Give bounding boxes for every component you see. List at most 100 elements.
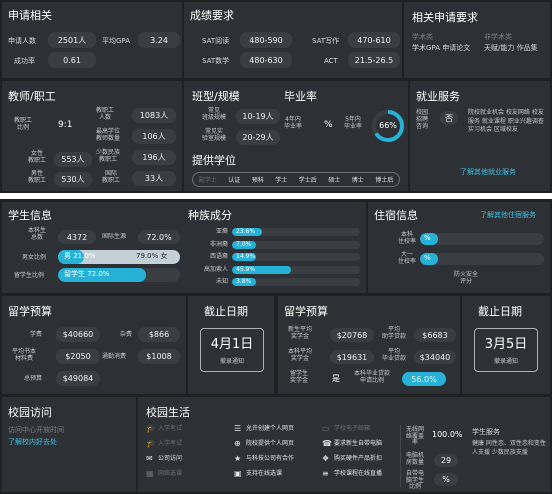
career-title: 就业服务 [416,90,460,103]
monitor-icon: ▣ [234,469,242,478]
requirements-title: 相关申请要求 [412,11,478,24]
recruit-label: 校园 招聘 咨询 [416,109,429,131]
life-feature-label: 学校电子邮箱 [334,425,371,432]
fac-count-value: 1083人 [132,108,176,123]
own-computer-value: % [434,473,458,486]
degree-item: 副学士 [198,177,217,184]
race-label: 非洲裔 [209,240,228,248]
deadline1-date: 4月1日 [210,337,254,352]
female-value: 553人 [54,152,92,167]
grad4-label: 4年内 毕业率 [284,116,303,130]
fac-count-label: 教职工 人数 [96,107,115,121]
lab-size-label: 常见实 验室规模 [202,128,227,142]
deadline2-panel: 截止日期 3月5日 撤录通知 [462,296,550,394]
minority-value: 196人 [132,150,176,165]
avg-aid-value: $6683 [414,328,456,342]
life-feature-label: 入学考试 [158,440,183,447]
visit-link[interactable]: 了解校内好去处 [8,439,57,446]
graduation-title: 毕业率 [284,90,317,103]
intl-source-label: 国际生源 [102,233,127,240]
intl-scholar-value: 是 [332,374,340,383]
race-label: 高加索人 [203,265,228,273]
books-label: 平均书本 材料费 [12,348,37,362]
gender-female: 79.0% 女 [136,252,168,260]
apply-title: 申请相关 [8,9,52,22]
apply-panel: 申请相关 申请人数 2501人 平均GPA 3.24 成功率 0.61 [2,2,182,78]
budget-total-value: $49084 [56,371,100,386]
race-bar: 7.0% [232,240,360,249]
students-panel: 学生信息 本科生 总数 4372 国际生源 72.0% 男女比例 男 21.0%… [2,202,366,293]
recruit-value: 否 [440,111,458,125]
classes-title: 班型/规模 [192,90,240,103]
class-size-label: 常见 班级规模 [202,107,227,121]
visit-status: 访问中心开放时间 [8,426,64,434]
budget-total-label: 总预算 [24,375,43,382]
grad-loan-label: 平均 毕业贷款 [382,348,407,362]
lab-size-value: 20-29人 [236,130,280,145]
housing-title: 住宿信息 [374,209,418,222]
grad5-label: 5年内 毕业率 [344,116,363,130]
degree-list: 副学士 认证 预科 学士 学士后 硕士 博士 博士后 [192,172,400,187]
student-services-items: 健康 同性恋、双性恋和变性人支援 少数民族支援 [472,440,546,456]
life-feature-label: 允许创建个人网页 [246,425,295,432]
degree-item: 预科 [251,177,264,184]
grad5-value: 66% [379,121,397,130]
success-label: 成功率 [14,57,35,65]
deadline2-date: 3月5日 [484,337,528,352]
aid-title: 留学预算 [284,305,328,318]
intl-fac-value: 33人 [132,171,176,186]
scores-title: 成绩要求 [190,9,234,22]
faculty-title: 教师/职工 [8,90,56,103]
race-title: 种族成分 [188,209,232,222]
degree-item: 学士后 [298,177,317,184]
cart-icon: ❖ [322,454,330,463]
success-value: 0.61 [48,52,96,68]
career-items: 院校就业机会 校友网络 校友服务 就业课程 职业兴趣调查 实习机会 区域校友 [468,109,544,134]
laptop-icon: ▭ [322,424,330,433]
students-title: 学生信息 [8,209,52,222]
race-bar-fill: 45.9% [232,265,291,274]
ug-housing-label: 本科 住校率 [398,231,417,245]
deadline1-title: 截止日期 [204,305,248,318]
degree-item: 学士 [275,177,288,184]
ug-housing-value: % [424,234,431,242]
ratio-label: 教职工 比例 [14,117,33,131]
deadline2-note: 撤录通知 [493,358,518,365]
loan-rate-value: 56.0% [402,372,446,386]
race-label: 未知 [215,278,228,285]
race-bar-fill: 23.6% [232,228,263,236]
wifi-label: 无线网 络覆盖 率 [406,426,425,447]
life-feature-label: 购买硬件产品折扣 [334,455,383,462]
degree-item: 硕士 [328,177,341,184]
ug-scholar-label: 本科平均 奖学金 [288,348,313,362]
abroad-text: 留学生 72.0% [64,270,110,278]
degrees-title: 提供学位 [192,154,236,167]
male-label: 男性 教职工 [28,170,47,184]
books-value: $2050 [56,349,100,364]
intl-fac-label: 国际 教职工 [102,170,121,184]
fresh-housing-bar [420,253,544,265]
own-computer-label: 自带电 脑学生 比例 [406,470,425,491]
life-feature-label: 学校课程在线直播 [334,470,383,477]
gpa-value: 3.24 [138,32,180,48]
life-feature-label: 公司访问 [158,455,183,462]
tuition-value: $40660 [56,327,100,342]
housing-link[interactable]: 了解其他住宿服务 [480,212,536,219]
male-value: 530人 [54,172,92,187]
deadline1-note: 撤录通知 [219,358,244,365]
academic-heading: 学术类 [412,33,433,41]
ug-housing-bar [420,233,544,245]
visit-title: 校园访问 [8,406,52,419]
intl-source-value: 72.0% [138,230,180,244]
gender-label: 男女比例 [22,254,47,261]
fresh-housing-label: 大一 住校率 [398,251,417,265]
aid-panel: 留学预算 新生平均 奖学金 $20768 平均 助学贷款 $6683 本科平均 … [278,296,460,394]
abroad-label: 留学生比例 [14,272,45,279]
degree-item: 博士 [351,177,364,184]
career-link[interactable]: 了解其他就业服务 [460,169,516,176]
grad-loan-value: $34040 [414,350,456,364]
housing-panel: 住宿信息 了解其他住宿服务 本科 住校率 % 大一 住校率 % 防火安全 评分 [368,202,550,293]
sat-write-value: 470-610 [348,32,400,48]
life-panel: 校园生活 🎓 入学考试 ☰ 允许创建个人网页 ▭ 学校电子邮箱 🎓 入学考试 ⊕ 院校提供个人网页… [138,397,550,492]
race-bar: 45.9% [232,265,360,274]
